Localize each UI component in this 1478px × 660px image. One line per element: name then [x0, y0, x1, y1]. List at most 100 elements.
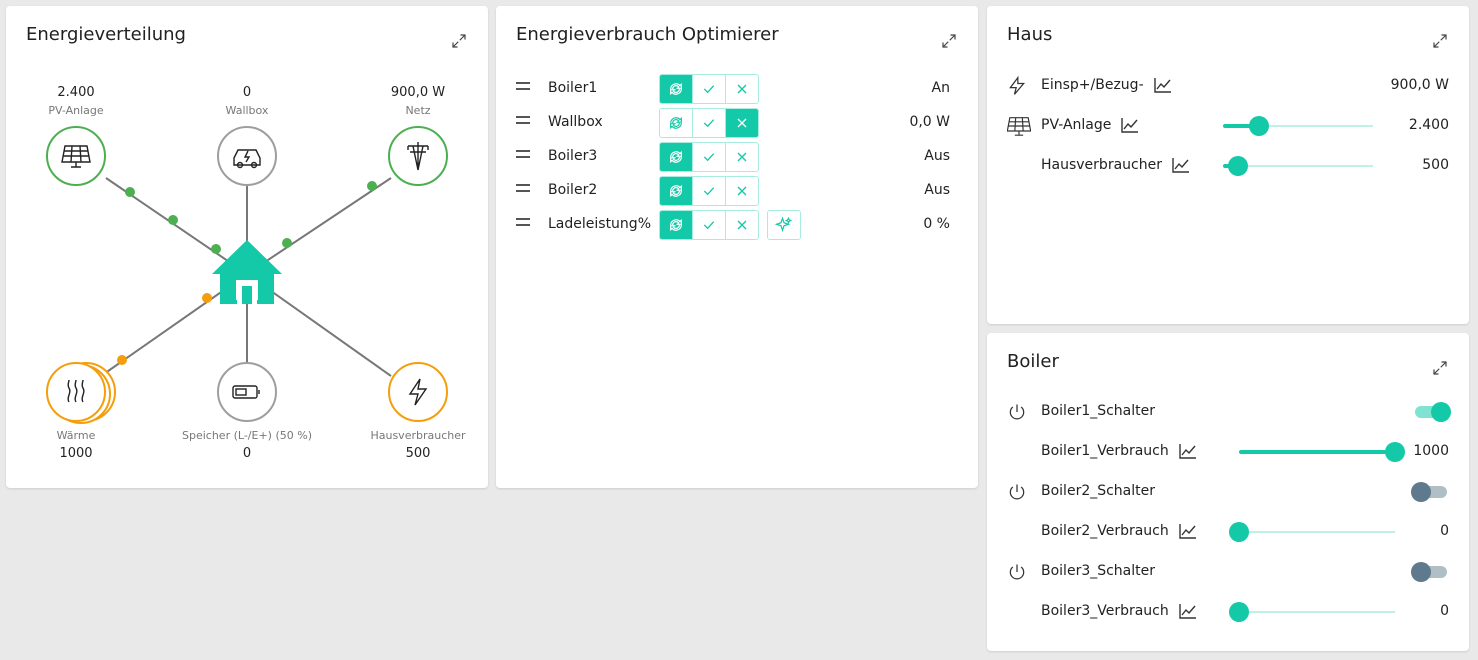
- boiler-consumption-row: Boiler1_Verbrauch 1000: [1007, 437, 1449, 467]
- expand-icon[interactable]: [940, 32, 958, 50]
- optimizer-row-value: 0 %: [923, 216, 950, 232]
- auto-mode-button[interactable]: [660, 75, 693, 103]
- card-title: Energieverbrauch Optimierer: [516, 24, 779, 45]
- optimizer-row: Boiler3 Aus: [514, 142, 954, 172]
- optimizer-row-name: Ladeleistung%: [548, 216, 651, 232]
- optimizer-row-value: 0,0 W: [909, 114, 950, 130]
- boiler-slider[interactable]: [1229, 602, 1395, 622]
- optimizer-card: Energieverbrauch Optimierer Boiler1 An Wal…: [496, 6, 978, 488]
- card-title: Haus: [1007, 24, 1053, 45]
- row-label: Boiler3_Verbrauch: [1041, 603, 1169, 619]
- optimizer-row-name: Wallbox: [548, 114, 603, 130]
- pv-slider[interactable]: [1223, 116, 1373, 136]
- energy-distribution-card: Energieverteilung 2.400 PV-Anlage 0 Wall…: [6, 6, 488, 488]
- house-consumer-value: 500: [405, 446, 431, 461]
- row-value: 500: [1422, 157, 1449, 173]
- force-on-button[interactable]: [693, 75, 726, 103]
- drag-handle-icon[interactable]: [516, 150, 530, 162]
- force-on-button[interactable]: [693, 109, 726, 137]
- sparkle-icon[interactable]: [767, 210, 801, 240]
- expand-icon[interactable]: [1431, 32, 1449, 50]
- wallbox-label: Wallbox: [225, 104, 269, 117]
- house-icon: [212, 240, 282, 304]
- storage-node: [217, 362, 277, 422]
- storage-value: 0: [242, 446, 252, 461]
- force-off-button[interactable]: [726, 109, 758, 137]
- slider-thumb[interactable]: [1229, 602, 1249, 622]
- row-value: 0: [1440, 523, 1449, 539]
- slider-thumb[interactable]: [1385, 442, 1405, 462]
- house-consumer-label: Hausverbraucher: [370, 429, 466, 442]
- boiler-toggle[interactable]: [1411, 482, 1449, 502]
- flow-line-grid: [246, 177, 392, 275]
- boiler-consumption-row: Boiler3_Verbrauch 0: [1007, 597, 1449, 627]
- force-off-button[interactable]: [726, 75, 758, 103]
- row-value: 0: [1440, 603, 1449, 619]
- haus-row-pv: PV-Anlage 2.400: [1006, 111, 1449, 141]
- boiler-slider[interactable]: [1229, 522, 1395, 542]
- hausverbraucher-slider[interactable]: [1223, 156, 1373, 176]
- flow-dot: [211, 244, 221, 254]
- force-on-button[interactable]: [693, 211, 726, 239]
- slider-thumb[interactable]: [1229, 522, 1249, 542]
- force-on-button[interactable]: [693, 177, 726, 205]
- optimizer-row-name: Boiler2: [548, 182, 598, 198]
- flow-dot: [282, 238, 292, 248]
- slider-thumb[interactable]: [1249, 116, 1269, 136]
- row-label: Boiler3_Schalter: [1041, 563, 1156, 579]
- heat-label: Wärme: [56, 429, 96, 442]
- chart-line-icon[interactable]: [1121, 117, 1139, 133]
- card-title: Boiler: [1007, 351, 1059, 372]
- boiler-switch-row: Boiler2_Schalter: [1007, 477, 1449, 507]
- mode-toggle-group: [659, 176, 759, 206]
- boiler-toggle[interactable]: [1413, 402, 1451, 422]
- row-value: 1000: [1413, 443, 1449, 459]
- pv-value: 2.400: [57, 85, 95, 100]
- force-off-button[interactable]: [726, 211, 758, 239]
- chart-line-icon[interactable]: [1179, 443, 1197, 459]
- auto-mode-button[interactable]: [660, 109, 693, 137]
- chart-line-icon[interactable]: [1172, 157, 1190, 173]
- storage-label: Speicher (L-/E+) (50 %): [182, 429, 312, 442]
- optimizer-row: Boiler2 Aus: [514, 176, 954, 206]
- power-icon: [1007, 562, 1031, 582]
- optimizer-row-value: Aus: [924, 182, 950, 198]
- flow-dot: [117, 355, 127, 365]
- chart-line-icon[interactable]: [1179, 523, 1197, 539]
- boiler-slider[interactable]: [1239, 442, 1405, 462]
- power-icon: [1007, 402, 1031, 422]
- force-on-button[interactable]: [693, 143, 726, 171]
- pv-label: PV-Anlage: [48, 104, 104, 117]
- optimizer-row-value: Aus: [924, 148, 950, 164]
- row-label: Boiler2_Verbrauch: [1041, 523, 1169, 539]
- row-value: 900,0 W: [1390, 77, 1449, 93]
- flow-dot: [202, 293, 212, 303]
- drag-handle-icon[interactable]: [516, 184, 530, 196]
- auto-mode-button[interactable]: [660, 143, 693, 171]
- power-icon: [1007, 482, 1031, 502]
- flow-dot: [168, 215, 178, 225]
- energy-flow-diagram: [46, 126, 448, 424]
- haus-row-hausverbraucher: Hausverbraucher 500: [1007, 151, 1449, 181]
- force-off-button[interactable]: [726, 177, 758, 205]
- drag-handle-icon[interactable]: [516, 218, 530, 230]
- chart-line-icon[interactable]: [1153, 77, 1172, 93]
- expand-icon[interactable]: [1431, 359, 1449, 377]
- auto-mode-button[interactable]: [660, 211, 693, 239]
- grid-label: Netz: [405, 104, 431, 117]
- boiler-consumption-row: Boiler2_Verbrauch 0: [1007, 517, 1449, 547]
- auto-mode-button[interactable]: [660, 177, 693, 205]
- row-label: Hausverbraucher: [1041, 157, 1162, 173]
- boiler-toggle[interactable]: [1411, 562, 1449, 582]
- flow-dot: [125, 187, 135, 197]
- row-label: Boiler1_Verbrauch: [1041, 443, 1169, 459]
- slider-thumb[interactable]: [1228, 156, 1248, 176]
- heat-value: 1000: [59, 446, 93, 461]
- drag-handle-icon[interactable]: [516, 116, 530, 128]
- drag-handle-icon[interactable]: [516, 82, 530, 94]
- chart-line-icon[interactable]: [1179, 603, 1197, 619]
- force-off-button[interactable]: [726, 143, 758, 171]
- grid-value: 900,0 W: [390, 85, 446, 100]
- mode-toggle-group: [659, 142, 759, 172]
- boiler-card: Boiler Boiler1_Schalter Boiler1_Verbrauch…: [987, 333, 1469, 651]
